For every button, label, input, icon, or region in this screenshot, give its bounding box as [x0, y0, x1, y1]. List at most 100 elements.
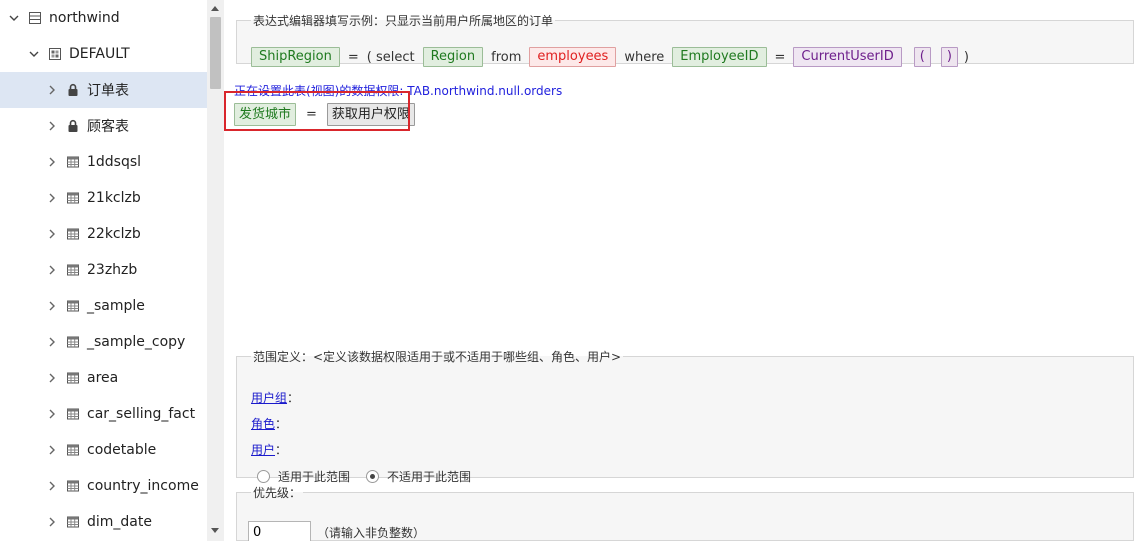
table-icon	[66, 407, 80, 421]
chevron-down-icon[interactable]	[28, 48, 40, 60]
example-token-lparen: (	[913, 47, 931, 67]
editor-equals: =	[306, 107, 317, 122]
editor-expression: 发货城市 = 获取用户权限	[234, 103, 415, 126]
tree-item[interactable]: area	[0, 360, 207, 396]
tree-item-label: 1ddsqsl	[87, 154, 142, 170]
tree-item[interactable]: 顾客表	[0, 108, 207, 144]
colon-text: ：	[275, 443, 288, 457]
chevron-right-icon[interactable]	[46, 444, 58, 456]
chevron-right-icon[interactable]	[46, 300, 58, 312]
editor-token-ship-city[interactable]: 发货城市	[234, 103, 297, 126]
tree-item[interactable]: dim_date	[0, 504, 207, 540]
chevron-right-icon[interactable]	[46, 228, 58, 240]
apply-scope-radio[interactable]	[257, 470, 270, 483]
chevron-right-icon[interactable]	[46, 264, 58, 276]
tree-item-label: _sample	[87, 298, 145, 314]
chevron-down-icon[interactable]	[8, 12, 20, 24]
tree-item-label: car_selling_fact	[87, 406, 196, 422]
table-icon	[66, 155, 80, 169]
scope-user-group-row: 用户组：	[251, 389, 299, 406]
example-token-employees: employees	[529, 47, 617, 67]
tree-node-default[interactable]: DEFAULT	[0, 36, 207, 72]
tree-item[interactable]: 21kclzb	[0, 180, 207, 216]
tree-item-label: codetable	[87, 442, 157, 458]
chevron-right-icon[interactable]	[46, 84, 58, 96]
table-icon	[66, 371, 80, 385]
tree-item[interactable]: 订单表	[0, 72, 207, 108]
colon-text: ：	[275, 417, 288, 431]
tree-item-label: 顾客表	[87, 119, 129, 135]
tree-item-label: dim_date	[87, 514, 152, 530]
table-icon	[66, 443, 80, 457]
tree-item[interactable]: country_income	[0, 468, 207, 504]
lock-icon	[66, 119, 80, 133]
priority-input[interactable]	[248, 521, 311, 541]
priority-legend: 优先级：	[253, 486, 302, 500]
example-token-employeeid: EmployeeID	[672, 47, 767, 67]
priority-hint: （请输入非负整数）	[317, 526, 426, 540]
example-equals-2: =	[774, 49, 786, 65]
schema-icon	[48, 47, 62, 61]
chevron-right-icon[interactable]	[46, 156, 58, 168]
apply-scope-label[interactable]: 适用于此范围	[278, 468, 350, 485]
scope-radio-group: 适用于此范围 不适用于此范围	[257, 468, 471, 485]
scope-legend: 范围定义：<定义该数据权限适用于或不适用于哪些组、角色、用户>	[253, 350, 622, 364]
tree-item-label: 订单表	[87, 83, 129, 99]
scroll-up-arrow-icon[interactable]	[211, 6, 219, 11]
example-token-rparen: )	[940, 47, 958, 67]
chevron-right-icon[interactable]	[46, 516, 58, 528]
user-group-link[interactable]: 用户组	[251, 391, 287, 405]
scope-user-row: 用户：	[251, 441, 287, 458]
priority-box: 优先级： （请输入非负整数）	[236, 484, 1134, 541]
scrollbar-thumb[interactable]	[210, 17, 221, 89]
tree-item[interactable]: _sample_copy	[0, 324, 207, 360]
chevron-right-icon[interactable]	[46, 408, 58, 420]
example-select-text: ( select	[366, 49, 415, 65]
chevron-right-icon[interactable]	[46, 192, 58, 204]
tree-node-northwind[interactable]: northwind	[0, 0, 207, 36]
example-legend: 表达式编辑器填写示例：只显示当前用户所属地区的订单	[253, 14, 554, 28]
example-where-text: where	[624, 49, 665, 65]
tree-item[interactable]: 22kclzb	[0, 216, 207, 252]
tree-node-label: northwind	[49, 10, 120, 26]
table-icon	[66, 335, 80, 349]
example-token-region: Region	[422, 47, 484, 67]
chevron-right-icon[interactable]	[46, 336, 58, 348]
tree-item-label: area	[87, 370, 119, 386]
example-expression: ShipRegion = ( select Region from employ…	[251, 47, 977, 67]
editing-target-label: 正在设置此表(视图)的数据权限: TAB.northwind.null.orde…	[234, 84, 563, 98]
user-link[interactable]: 用户	[251, 443, 275, 457]
tree-item[interactable]: codetable	[0, 432, 207, 468]
tree-item-label: 21kclzb	[87, 190, 141, 206]
tree-item[interactable]: 23zhzb	[0, 252, 207, 288]
tree-item[interactable]: _sample	[0, 288, 207, 324]
tree-scrollbar[interactable]	[207, 0, 224, 541]
tree-item[interactable]: 1ddsqsl	[0, 144, 207, 180]
chevron-right-icon[interactable]	[46, 372, 58, 384]
tree-item-label: country_income	[87, 478, 199, 494]
tree-item-label: _sample_copy	[87, 334, 186, 350]
example-token-currentuserid: CurrentUserID	[793, 47, 902, 67]
scope-role-row: 角色：	[251, 415, 287, 432]
scope-definition-box: 范围定义：<定义该数据权限适用于或不适用于哪些组、角色、用户> 用户组： 角色：…	[236, 348, 1134, 484]
lock-icon	[66, 83, 80, 97]
scroll-down-arrow-icon[interactable]	[211, 528, 219, 533]
not-apply-scope-radio[interactable]	[366, 470, 380, 483]
not-apply-scope-label[interactable]: 不适用于此范围	[387, 468, 471, 485]
table-icon	[66, 479, 80, 493]
table-icon	[66, 227, 80, 241]
editor-token-get-user-permission[interactable]: 获取用户权限	[326, 103, 415, 126]
table-icon	[66, 191, 80, 205]
database-icon	[28, 11, 42, 25]
chevron-right-icon[interactable]	[46, 120, 58, 132]
example-equals: =	[347, 49, 359, 65]
tree-item[interactable]: car_selling_fact	[0, 396, 207, 432]
table-tree: northwind DEFAULT 订单表顾客表 1ddsqsl 21kclzb 22…	[0, 0, 207, 541]
expression-editor[interactable]: 发货城市 = 获取用户权限	[224, 91, 1132, 338]
chevron-right-icon[interactable]	[46, 480, 58, 492]
table-icon	[66, 263, 80, 277]
table-icon	[66, 299, 80, 313]
tree-item-label: 23zhzb	[87, 262, 138, 278]
role-link[interactable]: 角色	[251, 417, 275, 431]
permission-editor-panel: 表达式编辑器填写示例：只显示当前用户所属地区的订单 ShipRegion = (…	[224, 0, 1140, 541]
